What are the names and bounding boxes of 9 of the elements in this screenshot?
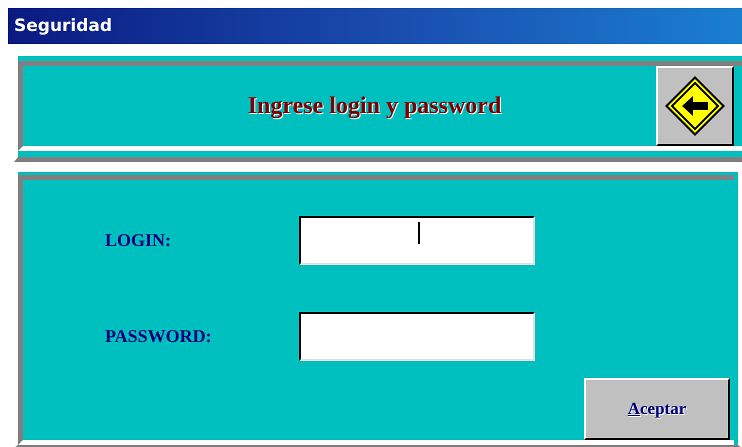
back-button[interactable]: [656, 66, 734, 146]
input-field[interactable]: [299, 216, 535, 265]
field-label: PASSWORD:: [105, 326, 213, 347]
instruction-text: Ingrese login y password: [246, 92, 502, 120]
window-title: Seguridad: [14, 16, 112, 36]
input-field[interactable]: [299, 312, 535, 361]
left-arrow-sign-icon: [664, 75, 726, 137]
accept-button[interactable]: Aceptar: [584, 378, 730, 440]
field-label: LOGIN:: [105, 230, 172, 251]
